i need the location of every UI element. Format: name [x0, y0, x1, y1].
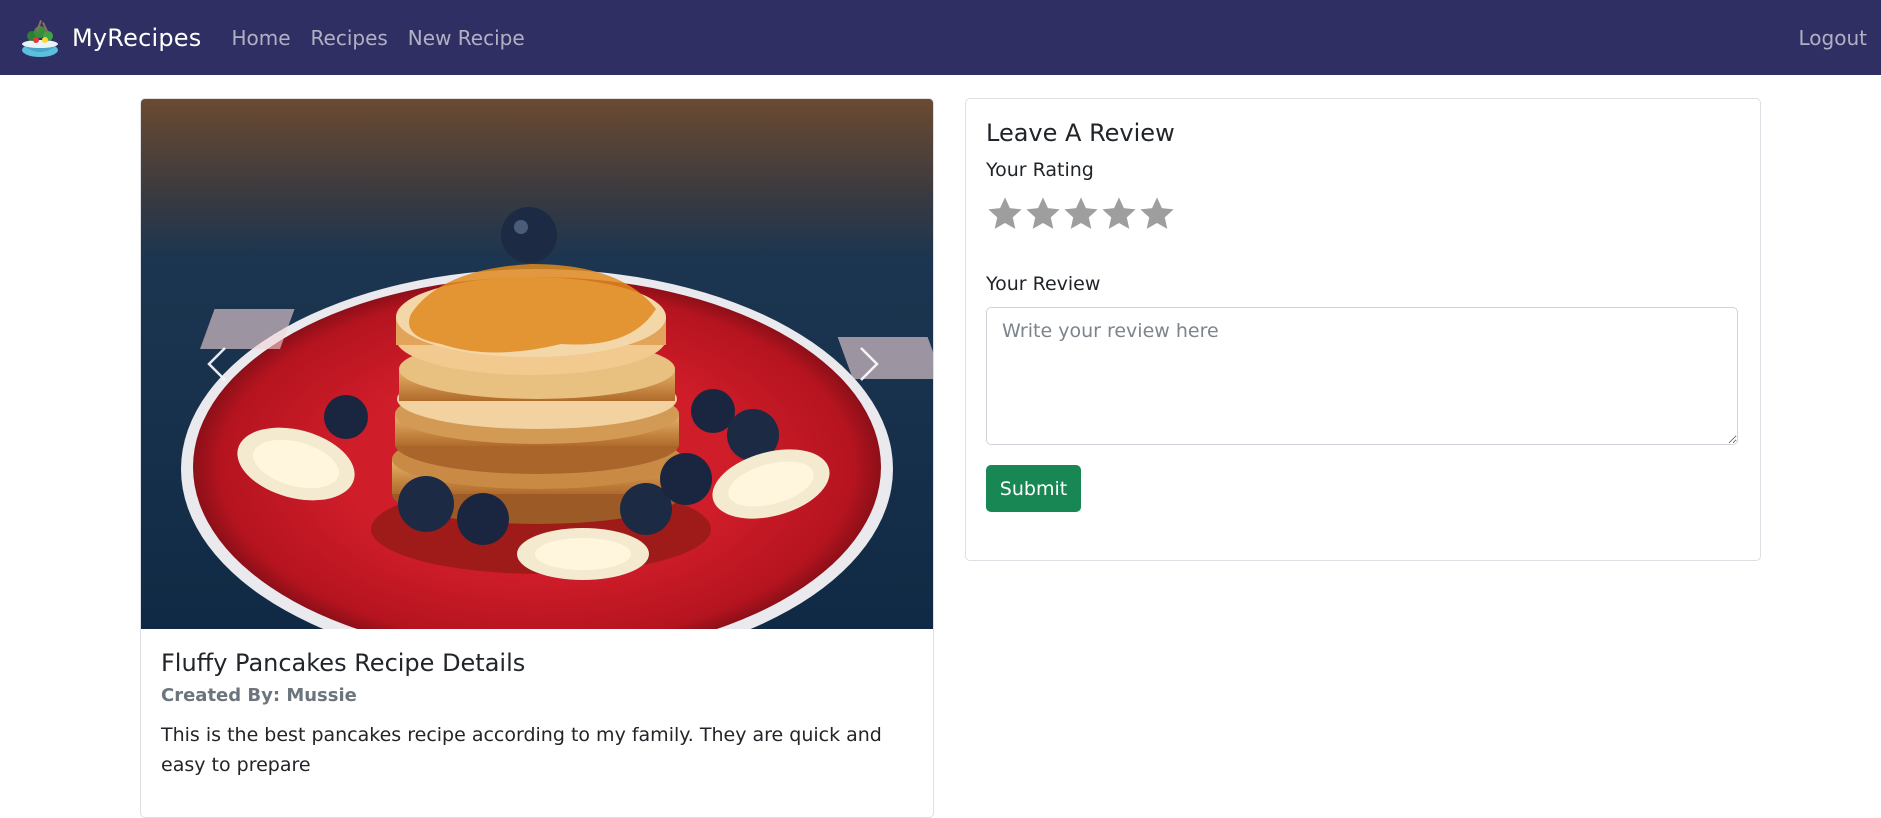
brand-link[interactable]: MyRecipes: [18, 16, 201, 60]
carousel-next-button[interactable]: [825, 99, 915, 629]
star-icon[interactable]: [1100, 195, 1138, 233]
star-icon[interactable]: [1062, 195, 1100, 233]
rating-label: Your Rating: [986, 159, 1094, 181]
submit-button[interactable]: Submit: [986, 465, 1081, 512]
recipe-card: Fluffy Pancakes Recipe Details Created B…: [140, 98, 934, 818]
star-rating: [986, 195, 1740, 235]
nav-right: Logout: [1799, 0, 1867, 75]
recipe-details: Fluffy Pancakes Recipe Details Created B…: [141, 629, 933, 780]
chevron-right-icon: [860, 347, 879, 381]
nav-recipes-link[interactable]: Recipes: [311, 26, 388, 50]
logout-link[interactable]: Logout: [1799, 26, 1867, 50]
recipe-author: Created By: Mussie: [161, 685, 357, 706]
star-icon[interactable]: [986, 195, 1024, 233]
nav-home-link[interactable]: Home: [231, 26, 290, 50]
nav-links: Home Recipes New Recipe: [231, 26, 544, 50]
navbar: MyRecipes Home Recipes New Recipe Logout: [0, 0, 1881, 75]
chevron-left-icon: [207, 347, 226, 381]
review-label: Your Review: [986, 273, 1101, 295]
carousel-prev-button[interactable]: [171, 99, 261, 629]
recipe-title: Fluffy Pancakes Recipe Details: [161, 649, 526, 677]
review-card: Leave A Review Your Rating Your Review S…: [965, 98, 1761, 561]
brand-name: MyRecipes: [72, 23, 202, 52]
salad-bowl-logo-icon: [22, 19, 58, 57]
star-icon[interactable]: [1024, 195, 1062, 233]
recipe-description: This is the best pancakes recipe accordi…: [161, 724, 882, 776]
recipe-image-carousel: [141, 99, 933, 629]
review-textarea[interactable]: [986, 307, 1738, 445]
star-icon[interactable]: [1138, 195, 1176, 233]
review-heading: Leave A Review: [986, 119, 1175, 147]
nav-new-recipe-link[interactable]: New Recipe: [408, 26, 525, 50]
